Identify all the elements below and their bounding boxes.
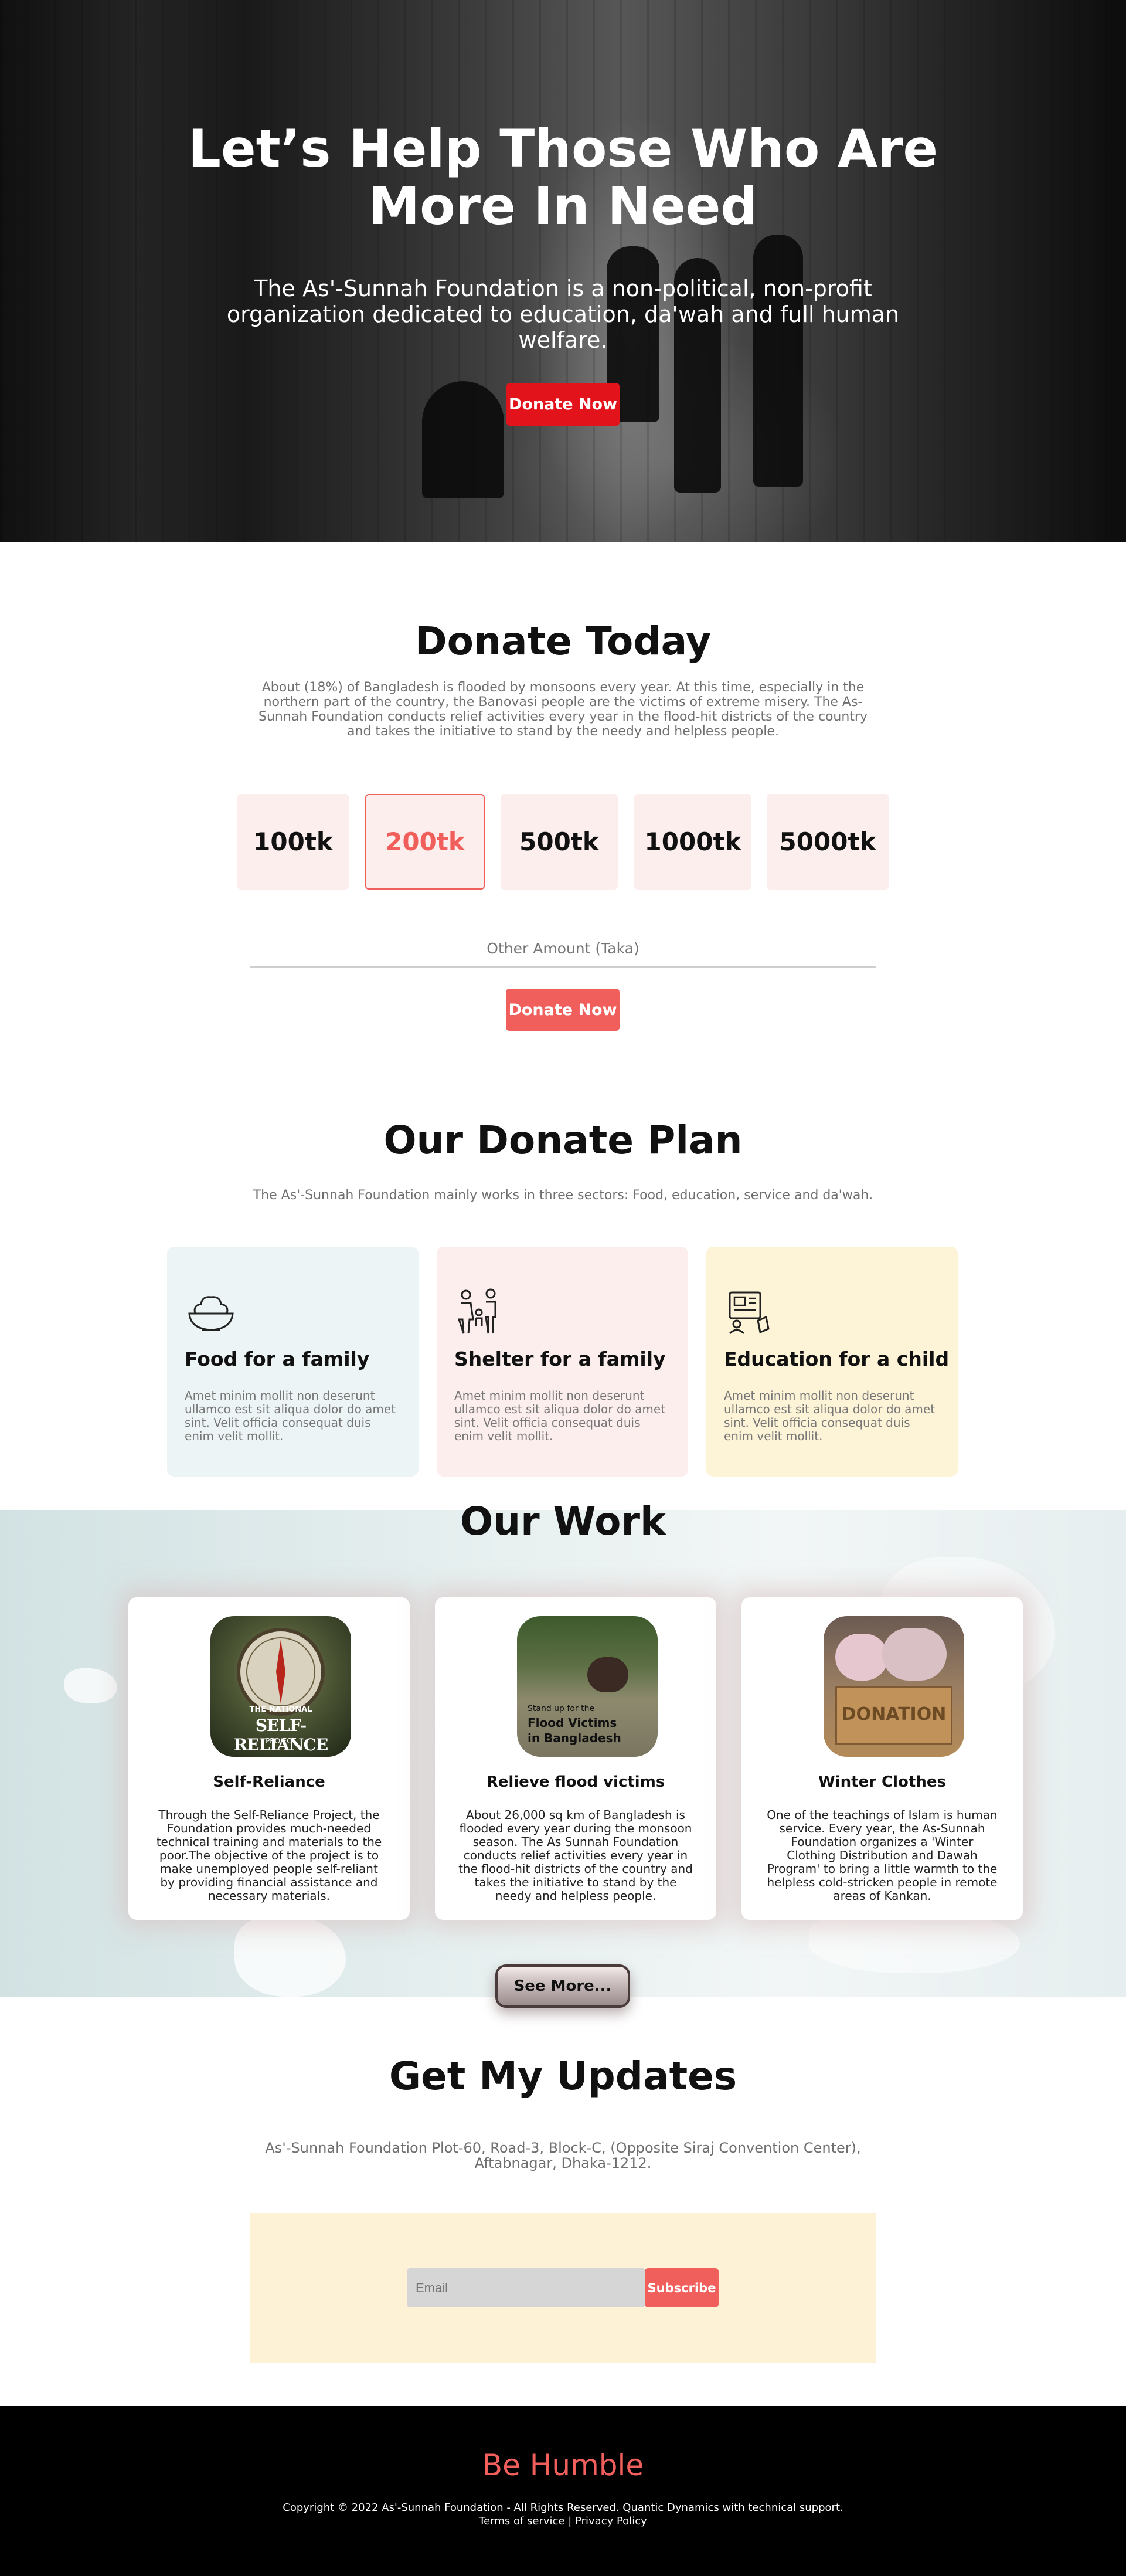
plan-card-title: Food for a family [185,1348,370,1370]
donate-now-button[interactable]: Donate Now [506,989,620,1031]
donate-plan-heading: Our Donate Plan [383,1118,743,1163]
plan-card-food[interactable]: Food for a family Amet minim mollit non … [167,1247,419,1477]
footer-separator: | [568,2515,572,2527]
donation-box-label: DONATION [841,1704,947,1725]
email-input[interactable] [407,2268,645,2307]
work-card-title: Relieve flood victims [486,1773,665,1791]
world-map-shape [64,1668,117,1703]
hero-title-line-2: More In Need [368,176,758,236]
food-bowl-icon [188,1296,234,1331]
self-reliance-caption-3: PROJECT [266,1737,296,1745]
self-reliance-caption-1: THE NATIONAL [249,1705,312,1714]
flood-caption-2: Flood Victims [528,1716,617,1730]
hero-section: Let’s Help Those Who Are More In Need Th… [0,0,1126,542]
flood-caption-1: Stand up for the [528,1704,595,1713]
clothes-pile-1 [835,1634,888,1681]
plan-card-education[interactable]: Education for a child Amet minim mollit … [706,1247,958,1477]
work-card-title: Self-Reliance [213,1773,325,1791]
donate-plan-description: The As'-Sunnah Foundation mainly works i… [253,1188,873,1203]
updates-heading: Get My Updates [389,2054,737,2099]
work-card-winter[interactable]: DONATION Winter Clothes One of the teach… [741,1597,1023,1920]
self-reliance-image: THE NATIONAL SELF-RELIANCE PROJECT [210,1616,351,1757]
subscribe-button[interactable]: Subscribe [645,2268,719,2307]
flood-victims-image: Stand up for the Flood Victims in Bangla… [517,1616,658,1757]
clothes-pile-2 [882,1628,947,1681]
world-map-shape [234,1915,346,1997]
work-card-self-reliance[interactable]: THE NATIONAL SELF-RELIANCE PROJECT Self-… [128,1597,410,1920]
plan-card-text: Amet minim mollit non deserunt ullamco e… [724,1389,936,1443]
footer-tagline: Be Humble [482,2448,644,2482]
privacy-link[interactable]: Privacy Policy [575,2515,647,2527]
amount-option-500[interactable]: 500tk [501,794,618,890]
footer [0,2406,1126,2576]
footer-copyright: Copyright © 2022 As'-Sunnah Foundation -… [283,2502,843,2514]
work-card-title: Winter Clothes [818,1773,946,1791]
donate-today-description: About (18%) of Bangladesh is flooded by … [258,680,868,739]
hero-subtitle: The As'-Sunnah Foundation is a non-polit… [226,276,900,353]
see-more-button[interactable]: See More... [495,1964,630,2008]
other-amount-input[interactable] [250,930,876,968]
plan-card-title: Education for a child [724,1348,950,1370]
work-card-text: About 26,000 sq km of Bangladesh is floo… [458,1808,693,1903]
our-work-heading: Our Work [460,1499,666,1544]
plan-card-text: Amet minim mollit non deserunt ullamco e… [454,1389,666,1443]
self-reliance-caption-2: SELF-RELIANCE [233,1716,328,1754]
plan-card-title: Shelter for a family [454,1348,666,1370]
family-icon [457,1288,496,1334]
work-card-flood[interactable]: Stand up for the Flood Victims in Bangla… [435,1597,716,1920]
amount-option-200[interactable]: 200tk [365,794,485,890]
hero-title-line-1: Let’s Help Those Who Are [188,118,938,179]
education-icon [729,1291,770,1335]
hero-overlay [0,0,1126,542]
flood-person-figure [587,1657,628,1692]
footer-links: Terms of service | Privacy Policy [0,2515,1126,2527]
donate-today-heading: Donate Today [414,619,712,664]
amount-option-1000[interactable]: 1000tk [634,794,751,890]
terms-link[interactable]: Terms of service [479,2515,564,2527]
winter-clothes-image: DONATION [824,1616,964,1757]
address-line-1: As'-Sunnah Foundation Plot-60, Road-3, B… [265,2140,861,2156]
address-line-2: Aftabnagar, Dhaka-1212. [474,2155,652,2171]
hero-donate-button[interactable]: Donate Now [506,383,620,426]
amount-option-100[interactable]: 100tk [237,794,349,890]
plan-card-shelter[interactable]: Shelter for a family Amet minim mollit n… [437,1247,688,1477]
work-card-text: Through the Self-Reliance Project, the F… [156,1808,382,1903]
hero-title: Let’s Help Those Who Are More In Need [0,120,1126,235]
amount-option-5000[interactable]: 5000tk [767,794,889,890]
plan-card-text: Amet minim mollit non deserunt ullamco e… [185,1389,396,1443]
work-card-text: One of the teachings of Islam is human s… [767,1808,998,1903]
updates-address: As'-Sunnah Foundation Plot-60, Road-3, B… [0,2140,1126,2171]
flood-caption-3: in Bangladesh [528,1731,621,1745]
